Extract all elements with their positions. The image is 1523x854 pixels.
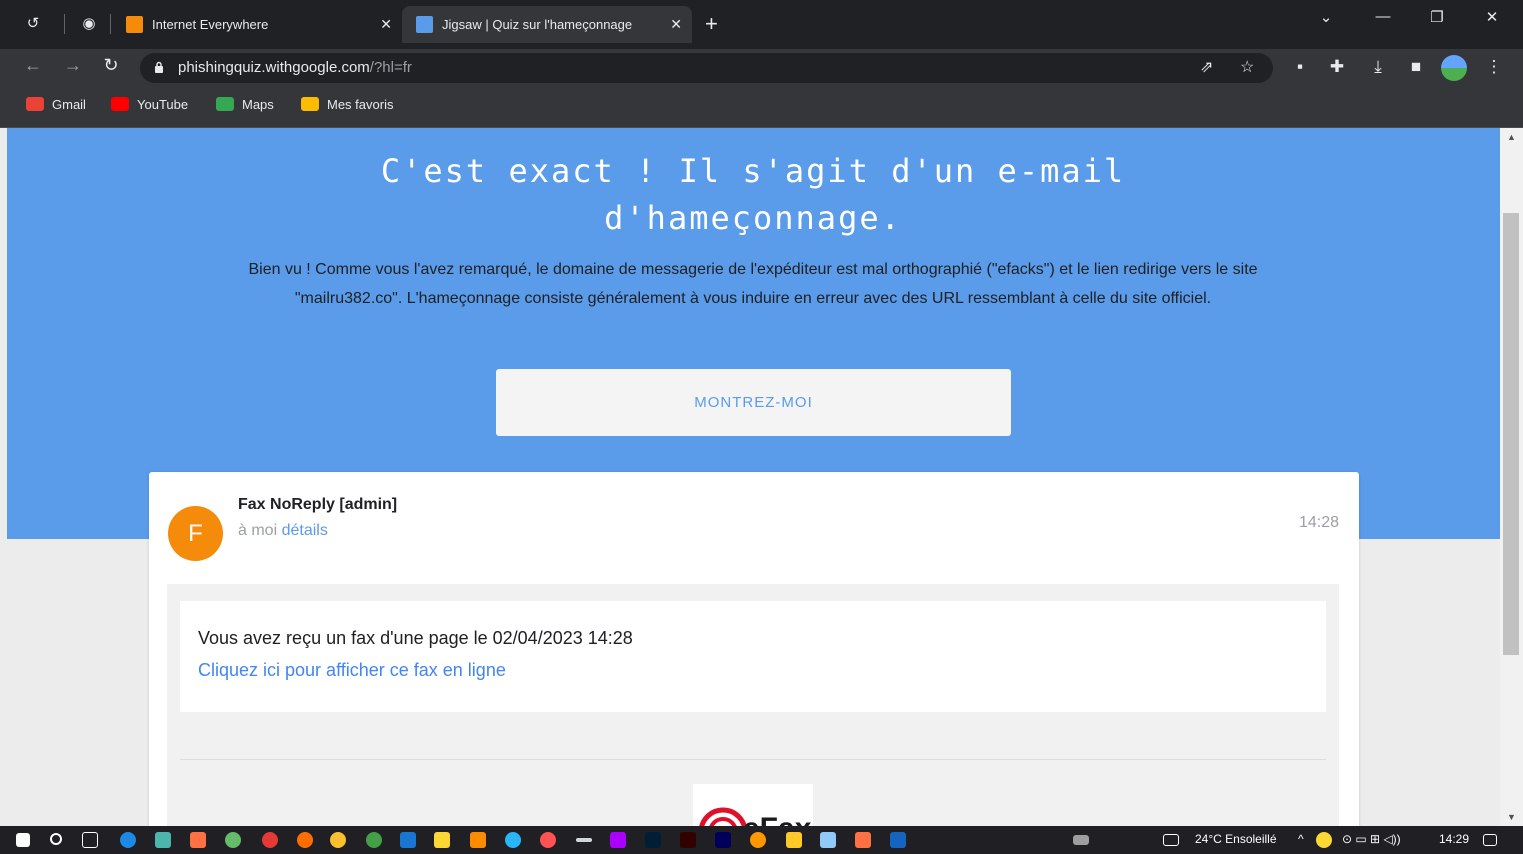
app-icon[interactable] <box>470 832 486 848</box>
email-preview: F Fax NoReply [admin] à moi détails 14:2… <box>149 472 1359 826</box>
scroll-up-arrow-icon[interactable]: ▲ <box>1500 132 1523 142</box>
weather-widget-icon[interactable] <box>1163 834 1179 846</box>
app-icon[interactable] <box>855 832 871 848</box>
minimize-icon[interactable]: — <box>1368 8 1398 25</box>
extensions-puzzle-icon[interactable]: ✚ <box>1325 57 1349 77</box>
back-icon[interactable]: ← <box>20 55 46 76</box>
youtube-icon <box>111 97 129 111</box>
download-icon[interactable]: ⤓ <box>1366 57 1390 77</box>
bookmark-maps[interactable]: Maps <box>216 97 274 112</box>
address-bar[interactable]: phishingquiz.withgoogle.com/?hl=fr ⇗ ☆ <box>140 53 1273 83</box>
globe-icon[interactable]: ◉ <box>76 11 102 37</box>
tray-icons[interactable]: ⊙ ▭ ⊞ ◁)) <box>1342 832 1401 846</box>
efax-logo: eFax <box>693 784 813 826</box>
browser-toolbar: ← → ↻ phishingquiz.withgoogle.com/?hl=fr… <box>0 49 1523 87</box>
tab-separator <box>64 14 65 34</box>
vertical-scrollbar[interactable]: ▲ ▼ <box>1500 128 1523 826</box>
task-view-icon[interactable] <box>82 832 98 848</box>
app-icon[interactable] <box>610 832 626 848</box>
tray-app-icon[interactable] <box>1316 832 1332 848</box>
bookmarks-bar: Gmail YouTube Maps Mes favoris <box>0 87 1523 128</box>
maps-icon <box>216 97 234 111</box>
bookmark-folder-favorites[interactable]: Mes favoris <box>301 97 393 112</box>
tab-jigsaw-quiz[interactable]: Jigsaw | Quiz sur l'hameçonnage ✕ <box>402 6 692 43</box>
app-icon[interactable] <box>505 832 521 848</box>
tray-chevron-icon[interactable]: ^ <box>1298 832 1304 846</box>
history-icon[interactable]: ↺ <box>20 11 46 37</box>
bookmark-star-icon[interactable]: ☆ <box>1240 57 1254 77</box>
menu-kebab-icon[interactable]: ⋮ <box>1482 57 1506 77</box>
close-tab-icon[interactable]: ✕ <box>670 6 682 43</box>
cortana-icon[interactable] <box>120 832 136 848</box>
file-explorer-icon[interactable] <box>786 832 802 848</box>
reload-icon[interactable]: ↻ <box>98 55 124 76</box>
search-app-icon[interactable] <box>750 832 766 848</box>
tab-strip: ↺ ◉ Internet Everywhere ✕ Jigsaw | Quiz … <box>0 0 1523 49</box>
photos-icon[interactable] <box>820 832 836 848</box>
view-fax-link[interactable]: Cliquez ici pour afficher ce fax en lign… <box>198 660 506 681</box>
fax-message-card: Vous avez reçu un fax d'une page le 02/0… <box>180 601 1326 712</box>
folder-icon <box>301 97 319 111</box>
tab-favicon <box>126 16 143 33</box>
windows-taskbar: 24°C Ensoleillé ^ ⊙ ▭ ⊞ ◁)) 14:29 <box>0 826 1523 854</box>
side-panel-icon[interactable]: ■ <box>1404 57 1428 77</box>
tab-search-chevron-icon[interactable]: ⌄ <box>1311 8 1341 26</box>
lock-icon <box>155 61 163 73</box>
illustrator-icon[interactable] <box>680 832 696 848</box>
profile-avatar[interactable] <box>1441 55 1467 81</box>
app-icon[interactable] <box>366 832 382 848</box>
url-text: phishingquiz.withgoogle.com/?hl=fr <box>178 59 412 76</box>
keyboard-icon[interactable] <box>1073 835 1089 845</box>
new-tab-icon[interactable]: + <box>705 12 718 36</box>
sender-avatar: F <box>168 506 223 561</box>
tab-favicon <box>416 16 433 33</box>
result-title: C'est exact ! Il s'agit d'un e-mail d'ha… <box>380 152 1126 237</box>
tab-internet-everywhere[interactable]: Internet Everywhere ✕ <box>112 6 402 43</box>
sender-name: Fax NoReply [admin] <box>238 496 398 513</box>
details-link[interactable]: détails <box>282 522 328 539</box>
tab-title: Internet Everywhere <box>152 17 269 32</box>
recipient-line: à moi détails <box>238 522 328 539</box>
windows-start-icon[interactable] <box>16 833 30 847</box>
scroll-down-arrow-icon[interactable]: ▼ <box>1500 812 1523 822</box>
forward-icon[interactable]: → <box>60 55 86 76</box>
weather-text[interactable]: 24°C Ensoleillé <box>1195 832 1277 846</box>
svg-text:eFax: eFax <box>743 812 812 826</box>
email-time: 14:28 <box>1298 514 1339 531</box>
app-icon[interactable] <box>540 832 556 848</box>
app-icon[interactable] <box>155 832 171 848</box>
share-icon[interactable]: ⇗ <box>1200 57 1213 77</box>
search-icon[interactable] <box>50 833 62 845</box>
app-icon[interactable] <box>225 832 241 848</box>
clock[interactable]: 14:29 <box>1439 832 1469 846</box>
photoshop-icon[interactable] <box>645 832 661 848</box>
premiere-icon[interactable] <box>715 832 731 848</box>
divider <box>180 759 1326 760</box>
result-explanation: Bien vu ! Comme vous l'avez remarqué, le… <box>248 261 1258 307</box>
tab-separator <box>110 14 111 34</box>
opera-icon[interactable] <box>262 832 278 848</box>
gmail-icon <box>26 97 44 111</box>
extension-ellipsis-icon[interactable]: ▪ <box>1288 57 1312 77</box>
close-tab-icon[interactable]: ✕ <box>380 6 392 43</box>
app-icon[interactable] <box>434 832 450 848</box>
firefox-icon[interactable] <box>297 832 313 848</box>
show-me-button[interactable]: MONTREZ-MOI <box>496 369 1011 436</box>
app-icon[interactable] <box>576 838 592 842</box>
vscode-icon[interactable] <box>400 832 416 848</box>
app-icon[interactable] <box>190 832 206 848</box>
chrome-icon[interactable] <box>330 832 346 848</box>
close-window-icon[interactable]: ✕ <box>1477 8 1507 26</box>
scroll-thumb[interactable] <box>1503 213 1519 655</box>
email-body: Vous avez reçu un fax d'une page le 02/0… <box>167 584 1339 826</box>
fax-notice: Vous avez reçu un fax d'une page le 02/0… <box>198 628 633 648</box>
notification-icon[interactable] <box>1483 834 1497 846</box>
word-icon[interactable] <box>890 832 906 848</box>
restore-icon[interactable]: ❐ <box>1422 8 1452 26</box>
bookmark-youtube[interactable]: YouTube <box>111 97 188 112</box>
page-content: C'est exact ! Il s'agit d'un e-mail d'ha… <box>7 128 1500 826</box>
bookmark-gmail[interactable]: Gmail <box>26 97 86 112</box>
tab-title: Jigsaw | Quiz sur l'hameçonnage <box>442 17 633 32</box>
